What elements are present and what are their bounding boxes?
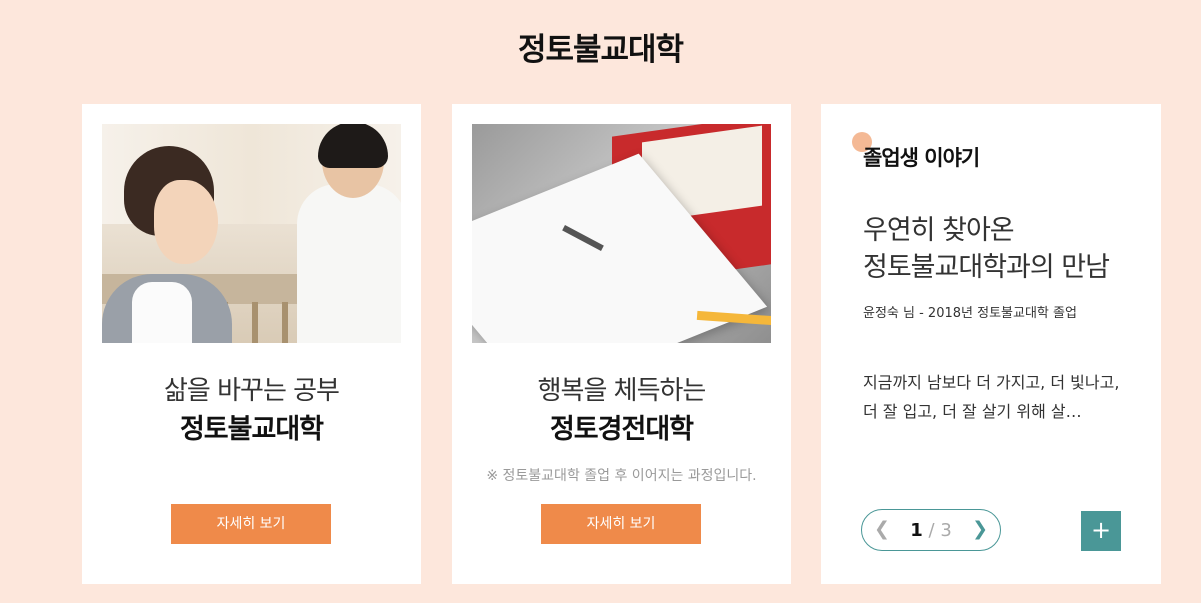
card-subtitle: 삶을 바꾸는 공부 [164, 376, 340, 406]
page-title: 정토불교대학 [517, 32, 684, 68]
story-title-line2: 정토불교대학과의 만남 [863, 252, 1110, 283]
pager-separator: / [928, 520, 935, 541]
card-title: 정토경전대학 [549, 414, 694, 445]
books-photo [472, 124, 771, 343]
card-title: 정토불교대학 [179, 414, 324, 445]
card-buddhist-college: 삶을 바꾸는 공부 정토불교대학 자세히 보기 [82, 104, 421, 584]
card-subtitle: 행복을 체득하는 [537, 376, 707, 406]
plus-icon[interactable]: + [1081, 511, 1121, 551]
story-heading: 졸업생 이야기 [863, 146, 980, 170]
chevron-right-icon[interactable]: ❯ [972, 518, 988, 540]
story-title-line1: 우연히 찾아온 [863, 215, 1015, 246]
story-pager: ❮ 1 / 3 ❯ [861, 509, 1001, 551]
card-sutra-college: 행복을 체득하는 정토경전대학 ※ 정토불교대학 졸업 후 이어지는 과정입니다… [452, 104, 791, 584]
students-meditating-photo [102, 124, 401, 343]
pager-total: 3 [940, 520, 952, 541]
detail-button[interactable]: 자세히 보기 [171, 504, 331, 544]
story-excerpt: 지금까지 남보다 더 가지고, 더 빛나고, 더 잘 입고, 더 잘 살기 위해… [863, 373, 1120, 421]
card-note: ※ 정토불교대학 졸업 후 이어지는 과정입니다. [486, 468, 757, 484]
story-author: 윤정숙 님 - 2018년 정토불교대학 졸업 [863, 306, 1077, 321]
graduate-story-card: 졸업생 이야기 우연히 찾아온 정토불교대학과의 만남 윤정숙 님 - 2018… [821, 104, 1161, 584]
story-title[interactable]: 우연히 찾아온 정토불교대학과의 만남 [863, 212, 1110, 286]
pager-current: 1 [910, 520, 923, 541]
detail-button[interactable]: 자세히 보기 [541, 504, 701, 544]
